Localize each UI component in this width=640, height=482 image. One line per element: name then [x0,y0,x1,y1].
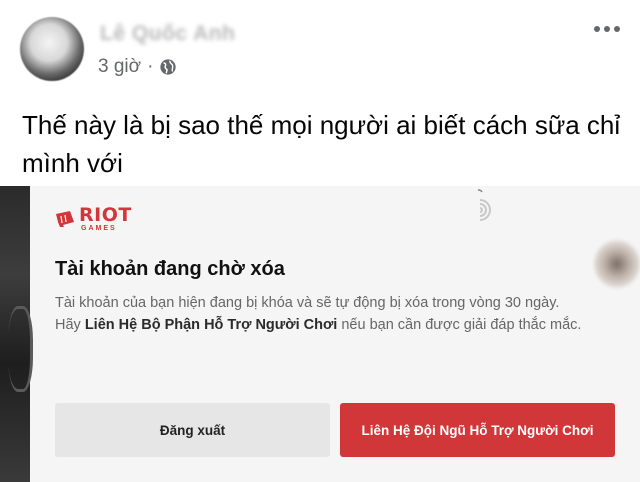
riot-fist-icon [56,211,74,227]
post-text: Thế này là bị sao thế mọi người ai biết … [22,110,621,178]
author-name[interactable]: Lê Quốc Anh [100,22,235,46]
dialog-title: Tài khoản đang chờ xóa [55,258,285,280]
contact-support-button[interactable]: Liên Hệ Đội Ngũ Hỗ Trợ Người Chơi [340,403,615,457]
dialog-body: Tài khoản của bạn hiện đang bị khóa và s… [55,292,595,336]
post-header: Lê Quốc Anh 3 giờ · [0,0,640,95]
logout-button[interactable]: Đăng xuất [55,403,330,457]
blurred-avatar [594,240,640,288]
dialog-body-line-1: Tài khoản của bạn hiện đang bị khóa và s… [55,295,560,311]
body-prefix: Hãy [55,317,85,333]
more-icon[interactable] [592,22,622,36]
spinner-icon [477,189,491,221]
riot-games-logo: RIOT GAMES [55,206,132,232]
globe-icon[interactable] [159,58,177,76]
riot-wordmark: RIOT [79,204,132,226]
support-link[interactable]: Liên Hệ Bộ Phận Hỗ Trợ Người Chơi [85,317,338,333]
meta-separator: · [147,56,154,77]
post-meta: 3 giờ · [98,56,177,78]
avatar[interactable] [20,17,84,81]
background-image-strip [0,186,33,482]
post-time[interactable]: 3 giờ [98,56,141,78]
dialog-body-line-2: Hãy Liên Hệ Bộ Phận Hỗ Trợ Người Chơi nế… [55,314,595,336]
attached-screenshot[interactable]: RIOT GAMES Tài khoản đang chờ xóa Tài kh… [0,186,640,482]
games-wordmark: GAMES [81,225,117,232]
body-suffix: nếu bạn cần được giải đáp thắc mắc. [337,317,582,333]
